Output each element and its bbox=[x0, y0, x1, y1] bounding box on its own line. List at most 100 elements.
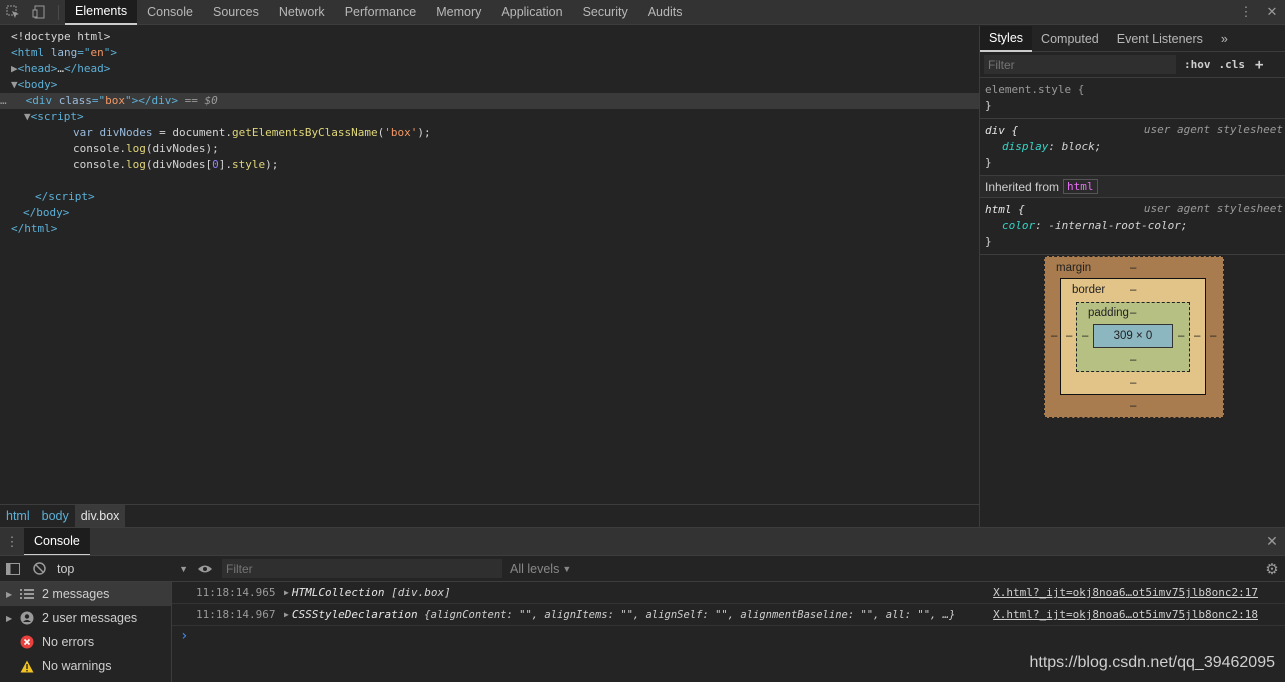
drawer-menu-icon[interactable]: ⋮ bbox=[0, 529, 24, 554]
expand-triangle-icon: ▶ bbox=[6, 589, 13, 599]
margin-top-value: – bbox=[1130, 262, 1137, 274]
padding-top-value: – bbox=[1130, 307, 1137, 319]
box-content[interactable]: 309 × 0 bbox=[1093, 324, 1173, 348]
tab-security[interactable]: Security bbox=[573, 0, 638, 25]
console-toolbar: top ▼ All levels ▼ ⚙ bbox=[0, 555, 1285, 582]
sidebar-item-label: 2 messages bbox=[42, 587, 110, 601]
more-vert-icon[interactable]: ⋮ bbox=[1233, 0, 1259, 25]
dom-line[interactable]: </html> bbox=[0, 221, 979, 237]
rule-source: user agent stylesheet bbox=[1143, 202, 1283, 215]
dom-line[interactable]: <html lang="en"> bbox=[0, 45, 979, 61]
drawer-close-icon[interactable]: ✕ bbox=[1259, 529, 1285, 554]
gear-icon[interactable]: ⚙ bbox=[1259, 556, 1285, 581]
expand-triangle-icon[interactable]: ▶ bbox=[11, 62, 18, 75]
dom-line[interactable]: ▼<script> bbox=[0, 109, 979, 125]
tab-elements[interactable]: Elements bbox=[65, 0, 138, 25]
dom-tree: <!doctype html> <html lang="en"> ▶<head>… bbox=[0, 26, 979, 504]
dom-line[interactable]: ▶<head>…</head> bbox=[0, 61, 979, 77]
collapse-triangle-icon[interactable]: ▼ bbox=[24, 110, 31, 123]
padding-left-value: – bbox=[1082, 330, 1089, 342]
message-timestamp: 11:18:14.967 bbox=[196, 608, 276, 621]
css-property: display bbox=[1002, 140, 1049, 153]
padding-right-value: – bbox=[1178, 330, 1185, 342]
console-message[interactable]: 11:18:14.967 ▶ CSSStyleDeclaration {alig… bbox=[172, 604, 1285, 626]
css-value: block; bbox=[1061, 140, 1102, 153]
html-rule[interactable]: html { user agent stylesheet color: -int… bbox=[980, 198, 1285, 255]
tab-sources[interactable]: Sources bbox=[203, 0, 269, 25]
expand-triangle-icon[interactable]: ▶ bbox=[284, 610, 289, 619]
console-filter-input[interactable] bbox=[222, 559, 502, 578]
tab-event-listeners[interactable]: Event Listeners bbox=[1108, 26, 1212, 52]
source-link[interactable]: X.html?_ijt=okj8noa6…ot5imv75jlb8onc2:18 bbox=[993, 608, 1258, 621]
dom-line-selected[interactable]: … <div class="box"></div> == $0 bbox=[0, 93, 979, 109]
sidebar-item-messages[interactable]: ▶ 2 messages bbox=[0, 582, 171, 606]
tab-application[interactable]: Application bbox=[491, 0, 572, 25]
inspect-icon[interactable] bbox=[0, 0, 26, 25]
levels-value: All levels bbox=[510, 561, 560, 576]
script-line: console.log(divNodes[0].style); bbox=[73, 158, 279, 171]
border-left-value: – bbox=[1066, 330, 1073, 342]
margin-label: margin bbox=[1056, 262, 1092, 274]
breadcrumb-body[interactable]: body bbox=[36, 505, 75, 527]
clear-console-icon[interactable] bbox=[26, 556, 52, 581]
dropdown-arrow-icon: ▼ bbox=[562, 563, 572, 574]
css-property: color bbox=[1002, 219, 1036, 232]
add-rule-button[interactable]: + bbox=[1255, 57, 1263, 73]
tab-audits[interactable]: Audits bbox=[638, 0, 693, 25]
dom-line[interactable]: </body> bbox=[0, 205, 979, 221]
inherited-header: Inherited from html bbox=[980, 176, 1285, 198]
device-toolbar-icon[interactable] bbox=[26, 0, 52, 25]
dom-line[interactable]: ▼<body> bbox=[0, 77, 979, 93]
context-select[interactable]: top ▼ bbox=[52, 562, 188, 576]
margin-bottom-value: – bbox=[1130, 400, 1137, 412]
element-style-rule[interactable]: element.style { } bbox=[980, 78, 1285, 119]
css-value: -internal-root-color; bbox=[1048, 219, 1188, 232]
breadcrumb-html[interactable]: html bbox=[0, 505, 36, 527]
drawer-tab-console[interactable]: Console bbox=[24, 527, 90, 556]
rule-source: user agent stylesheet bbox=[1143, 123, 1283, 136]
margin-left-value: – bbox=[1051, 330, 1058, 342]
warning-icon bbox=[18, 660, 36, 673]
tab-console[interactable]: Console bbox=[137, 0, 203, 25]
dom-line[interactable]: <!doctype html> bbox=[0, 29, 979, 45]
script-line: var divNodes = document.getElementsByCla… bbox=[73, 126, 431, 139]
source-link[interactable]: X.html?_ijt=okj8noa6…ot5imv75jlb8onc2:17 bbox=[993, 586, 1258, 599]
expand-triangle-icon[interactable]: ▶ bbox=[284, 588, 289, 597]
border-top-value: – bbox=[1130, 284, 1137, 296]
styles-filter-input[interactable] bbox=[984, 55, 1176, 74]
inherited-tag[interactable]: html bbox=[1063, 179, 1098, 194]
console-message[interactable]: 11:18:14.965 ▶ HTMLCollection [div.box] … bbox=[172, 582, 1285, 604]
object-type: CSSStyleDeclaration bbox=[291, 608, 418, 621]
object-preview: [div.box] bbox=[391, 586, 451, 599]
collapse-triangle-icon[interactable]: ▼ bbox=[11, 78, 18, 91]
sidebar-toggle-icon[interactable] bbox=[0, 556, 26, 581]
watermark-text: https://blog.csdn.net/qq_39462095 bbox=[1029, 654, 1275, 671]
more-dots-icon[interactable]: … bbox=[0, 94, 7, 107]
cls-button[interactable]: .cls bbox=[1219, 58, 1246, 71]
rule-close: } bbox=[985, 235, 992, 248]
inherited-label: Inherited from bbox=[985, 179, 1060, 194]
sidebar-item-warnings[interactable]: No warnings bbox=[0, 654, 171, 678]
more-tabs-icon[interactable]: » bbox=[1212, 26, 1237, 52]
collapsed-ellipsis: … bbox=[57, 62, 64, 75]
tab-computed[interactable]: Computed bbox=[1032, 26, 1108, 52]
console-prompt[interactable]: › bbox=[172, 626, 1285, 646]
hov-button[interactable]: :hov bbox=[1184, 58, 1211, 71]
border-right-value: – bbox=[1194, 330, 1201, 342]
close-icon[interactable]: ✕ bbox=[1259, 0, 1285, 25]
padding-bottom-value: – bbox=[1130, 354, 1137, 366]
tab-network[interactable]: Network bbox=[269, 0, 335, 25]
rule-close: } bbox=[985, 99, 992, 112]
tab-performance[interactable]: Performance bbox=[335, 0, 427, 25]
tab-memory[interactable]: Memory bbox=[426, 0, 491, 25]
levels-select[interactable]: All levels ▼ bbox=[510, 562, 571, 576]
sidebar-item-errors[interactable]: No errors bbox=[0, 630, 171, 654]
box-model: margin – – – – border – – – – padding – … bbox=[1044, 256, 1224, 418]
sidebar-item-user-messages[interactable]: ▶ 2 user messages bbox=[0, 606, 171, 630]
div-rule[interactable]: div { user agent stylesheet display: blo… bbox=[980, 119, 1285, 176]
tab-styles[interactable]: Styles bbox=[980, 25, 1033, 52]
breadcrumb-div-box[interactable]: div.box bbox=[74, 505, 126, 527]
object-type: HTMLCollection bbox=[291, 586, 385, 599]
eye-icon[interactable] bbox=[192, 556, 218, 581]
dom-line[interactable]: </script> bbox=[0, 189, 979, 205]
